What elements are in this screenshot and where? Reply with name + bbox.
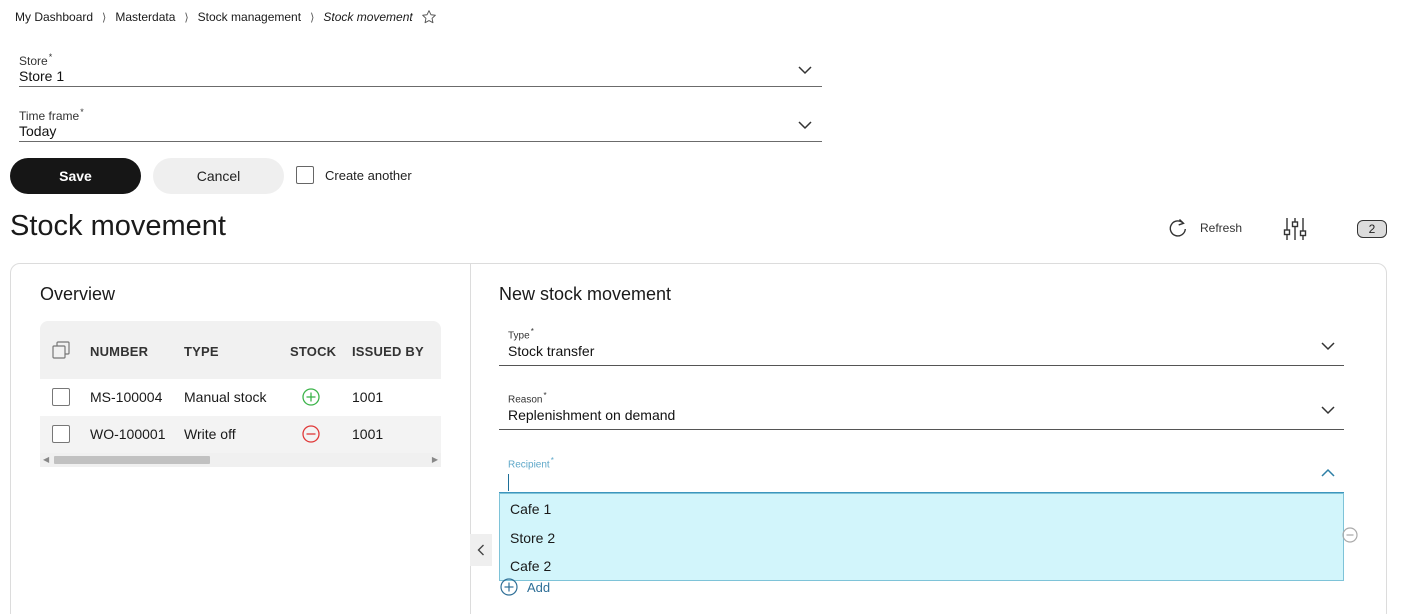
recipient-option[interactable]: Cafe 2 [510,558,551,574]
table-row[interactable]: WO-100001 Write off 1001 [40,416,441,453]
save-button[interactable]: Save [10,158,141,194]
chevron-down-icon[interactable] [1321,341,1335,351]
time-frame-select[interactable]: Time frame* Today [19,105,822,142]
column-header-type[interactable]: TYPE [184,344,219,359]
column-header-stock[interactable]: STOCK [290,344,336,359]
cell-type: Manual stock [184,389,267,405]
breadcrumb-item-dashboard[interactable]: My Dashboard [15,10,93,24]
cell-number: MS-100004 [90,389,163,405]
select-all-icon[interactable] [52,341,70,359]
cell-issued-by: 1001 [352,426,384,442]
horizontal-scrollbar[interactable]: ◀ ▶ [40,453,441,467]
refresh-icon [1169,218,1186,237]
cancel-button[interactable]: Cancel [153,158,284,194]
store-label: Store [19,54,48,68]
create-another-label: Create another [325,167,412,183]
required-marker: * [530,327,534,336]
chevron-up-icon[interactable] [1321,468,1335,478]
overview-title: Overview [40,284,116,304]
required-marker: * [48,52,53,62]
overview-table: NUMBER TYPE STOCK ISSUED BY MS-100004 Ma… [40,321,441,467]
scroll-right-icon[interactable]: ▶ [432,455,438,464]
recipient-select[interactable]: Recipient* [499,455,1344,493]
row-checkbox[interactable] [52,425,70,443]
chevron-down-icon[interactable] [1321,405,1335,415]
required-marker: * [80,107,84,117]
breadcrumb-separator: ⟩ [310,11,315,24]
create-another-option[interactable]: Create another [296,166,412,184]
reason-select[interactable]: Reason* Replenishment on demand [499,390,1344,431]
count-badge[interactable]: 2 [1357,220,1387,238]
cell-number: WO-100001 [90,426,166,442]
chevron-left-icon [477,544,484,556]
type-label: Type [508,330,530,342]
row-checkbox[interactable] [52,388,70,406]
table-header: NUMBER TYPE STOCK ISSUED BY [40,321,441,379]
chevron-down-icon[interactable] [798,120,812,130]
scroll-left-icon[interactable]: ◀ [43,455,49,464]
refresh-button[interactable]: Refresh [1168,217,1242,239]
breadcrumb-current: Stock movement [323,10,413,24]
required-marker: * [543,391,547,400]
cell-type: Write off [184,426,236,442]
column-header-issued-by[interactable]: ISSUED BY [352,344,424,359]
plus-circle-icon [500,578,518,596]
store-value: Store 1 [19,68,65,84]
table-row[interactable]: MS-100004 Manual stock 1001 [40,379,441,416]
stock-movement-card: Overview NUMBER TYPE STOCK ISSUED BY MS-… [10,263,1387,614]
remove-row-icon[interactable] [1342,527,1358,543]
reason-label: Reason [508,394,543,406]
reason-value: Replenishment on demand [508,407,676,424]
minus-circle-icon [302,425,320,443]
create-another-checkbox[interactable] [296,166,314,184]
filter-settings-icon[interactable] [1283,217,1307,241]
collapse-panel-button[interactable] [470,534,492,566]
text-caret [508,474,509,492]
breadcrumb-separator: ⟩ [102,11,107,24]
breadcrumb: My Dashboard ⟩ Masterdata ⟩ Stock manage… [15,9,437,25]
type-value: Stock transfer [508,343,595,360]
store-select[interactable]: Store* Store 1 [19,50,822,87]
breadcrumb-item-masterdata[interactable]: Masterdata [115,10,175,24]
time-frame-value: Today [19,123,57,139]
recipient-option[interactable]: Store 2 [510,530,555,546]
recipient-label: Recipient [508,459,550,471]
cell-issued-by: 1001 [352,389,384,405]
time-frame-label: Time frame [19,109,80,123]
add-button[interactable]: Add [500,578,550,596]
type-select[interactable]: Type* Stock transfer [499,326,1344,367]
recipient-dropdown: Cafe 1 Store 2 Cafe 2 [499,493,1344,581]
refresh-label: Refresh [1200,221,1243,235]
recipient-option[interactable]: Cafe 1 [510,501,551,517]
plus-circle-icon [302,388,320,406]
add-label: Add [527,579,551,595]
scrollbar-thumb[interactable] [54,456,210,464]
required-marker: * [550,456,554,465]
chevron-down-icon[interactable] [798,65,812,75]
new-stock-movement-title: New stock movement [499,284,672,304]
page-title: Stock movement [10,210,226,242]
breadcrumb-separator: ⟩ [184,11,189,24]
breadcrumb-item-stock-management[interactable]: Stock management [198,10,301,24]
favorite-star-icon[interactable] [421,9,437,25]
column-header-number[interactable]: NUMBER [90,344,148,359]
